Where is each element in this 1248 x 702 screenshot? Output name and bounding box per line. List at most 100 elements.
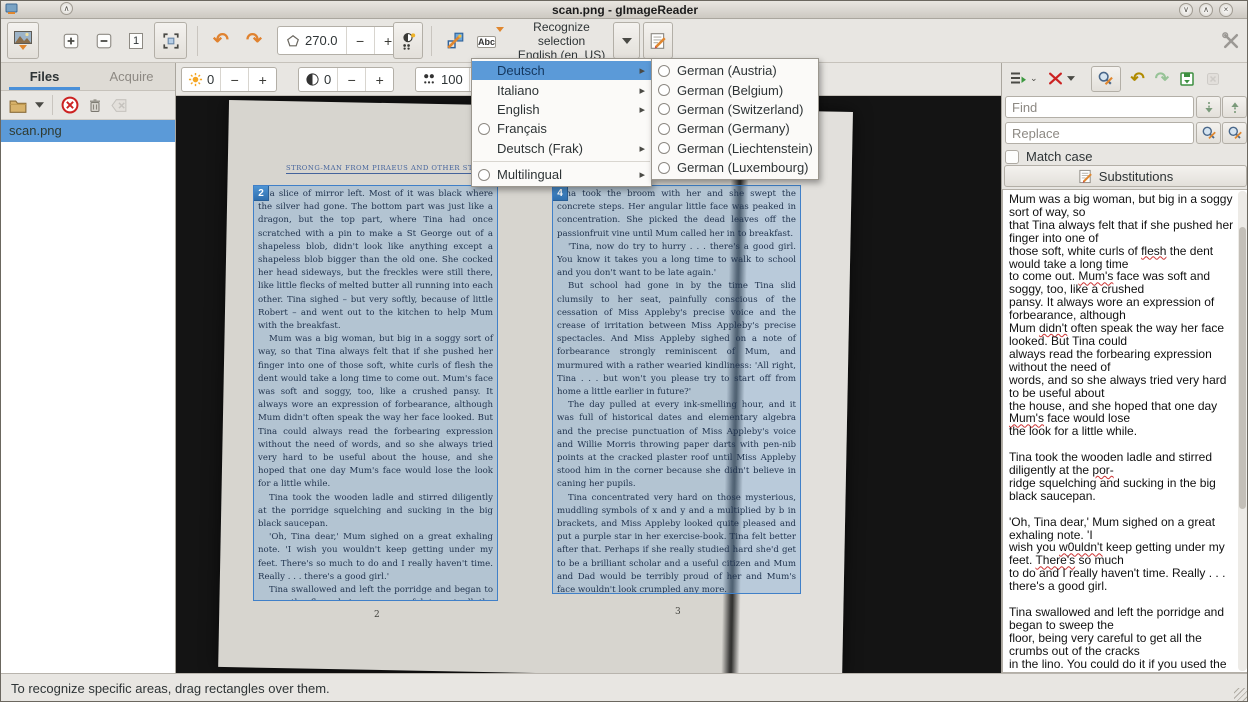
replace-input[interactable]	[1005, 122, 1194, 144]
menu-item-german-luxembourg-[interactable]: German (Luxembourg)	[652, 158, 818, 177]
scrollbar-thumb[interactable]	[1239, 227, 1246, 509]
substitutions-button[interactable]: Substitutions	[1004, 165, 1247, 187]
find-next-button[interactable]	[1196, 96, 1221, 118]
submenu-arrow-icon: ▸	[639, 142, 645, 155]
recognize-label: Recognize selection English (en_US)	[512, 20, 611, 62]
chevron-down-icon: ⌄	[1030, 73, 1038, 84]
left-page-text: ly a slice of mirror left. Most of it wa…	[254, 186, 497, 600]
image-icon	[14, 31, 32, 44]
left-page-number: 2	[374, 610, 380, 620]
rotate-left-icon: ↶	[213, 31, 229, 50]
rotate-right-button[interactable]: ↷	[239, 22, 269, 59]
ocr-selection-region-2[interactable]: 2 ly a slice of mirror left. Most of it …	[253, 185, 498, 601]
app-window: ∧ scan.png - gImageReader ∨ ∧ × 1 ↶ ↷	[0, 0, 1248, 702]
menu-item-label: Français	[497, 121, 637, 136]
menu-separator	[473, 161, 650, 162]
replace-all-button[interactable]	[1222, 122, 1247, 144]
add-images-dropdown-button[interactable]	[35, 102, 44, 108]
match-case-checkbox[interactable]	[1005, 150, 1019, 164]
undo-button[interactable]: ↶	[1131, 69, 1145, 89]
rotate-right-icon: ↷	[246, 31, 262, 50]
contrast-decrease-button[interactable]: −	[337, 68, 365, 91]
add-images-button[interactable]	[9, 98, 27, 113]
menu-item-german-liechtenstein-[interactable]: German (Liechtenstein)	[652, 139, 818, 158]
remove-image-button[interactable]	[61, 96, 79, 114]
replace-button[interactable]	[1196, 122, 1221, 144]
contrast-spinbox[interactable]: 0 − +	[298, 67, 394, 92]
menu-item-label: Multilingual	[497, 167, 631, 182]
submenu-arrow-icon: ▸	[639, 84, 645, 97]
toolbar-separator	[431, 26, 432, 56]
radio-icon	[478, 123, 490, 135]
toggle-output-pane-button[interactable]	[643, 22, 673, 59]
find-prev-button[interactable]	[1222, 96, 1247, 118]
menu-item-german-austria-[interactable]: German (Austria)	[652, 61, 818, 80]
zoom-in-button[interactable]	[56, 22, 86, 59]
tab-acquire[interactable]: Acquire	[88, 63, 175, 90]
menu-item-german-germany-[interactable]: German (Germany)	[652, 119, 818, 138]
submenu-arrow-icon: ▸	[639, 64, 645, 77]
brightness-spinbox[interactable]: 0 − +	[181, 67, 277, 92]
menu-item-label: German (Switzerland)	[677, 102, 804, 117]
arrow-up-icon	[1228, 100, 1242, 115]
one-to-one-icon: 1	[129, 33, 143, 49]
autolayout-wand-icon	[445, 31, 465, 51]
language-menu: Deutsch▸Italiano▸English▸ Français Deutsch…	[471, 58, 652, 187]
redo-button[interactable]: ↷	[1155, 69, 1169, 89]
ocr-selection-region-4[interactable]: 4 Tina took the broom with her and she s…	[552, 185, 801, 594]
contrast-increase-button[interactable]: +	[365, 68, 393, 91]
delete-image-button[interactable]	[87, 97, 103, 114]
clear-list-button[interactable]	[111, 98, 128, 113]
menu-item-label: German (Liechtenstein)	[677, 141, 813, 156]
status-message: To recognize specific areas, drag rectan…	[11, 681, 330, 696]
menu-item-label: Deutsch (Frak)	[497, 141, 631, 156]
file-list-item[interactable]: scan.png	[1, 120, 175, 142]
rotation-spinbox[interactable]: 270.0 − +	[277, 26, 403, 55]
clear-icon	[1205, 71, 1221, 87]
maximize-button[interactable]: ∧	[1199, 3, 1213, 17]
menu-item-fran-ais[interactable]: Français	[472, 119, 651, 138]
zoom-fit-button[interactable]	[154, 22, 187, 59]
minimize-button[interactable]: ∨	[1179, 3, 1193, 17]
clear-output-button[interactable]	[1205, 71, 1221, 87]
undo-icon: ↶	[1131, 69, 1145, 88]
menu-item-english[interactable]: English▸	[472, 100, 651, 119]
open-image-button[interactable]	[7, 22, 39, 59]
insert-mode-button[interactable]: ⌄	[1010, 70, 1038, 87]
recognize-button[interactable]: Abc Recognize selection English (en_US)	[477, 22, 611, 59]
autodetect-layout-button[interactable]	[439, 22, 471, 59]
rotate-left-button[interactable]: ↶	[206, 22, 236, 59]
tab-files[interactable]: Files	[1, 63, 88, 90]
substitutions-icon	[1078, 169, 1093, 184]
menu-item-deutsch[interactable]: Deutsch▸	[472, 61, 651, 80]
brightness-increase-button[interactable]: +	[248, 68, 276, 91]
recognize-language-dropdown-button[interactable]	[613, 22, 640, 59]
save-text-button[interactable]	[1179, 71, 1195, 87]
resize-grip[interactable]	[1234, 688, 1248, 702]
titlebar[interactable]: ∧ scan.png - gImageReader ∨ ∧ ×	[1, 1, 1248, 19]
zoom-original-button[interactable]: 1	[121, 22, 151, 59]
strike-icon	[1048, 71, 1063, 86]
output-scrollbar[interactable]	[1238, 191, 1247, 671]
brightness-decrease-button[interactable]: −	[220, 68, 248, 91]
menu-item-label: German (Luxembourg)	[677, 160, 809, 175]
settings-button[interactable]	[1216, 22, 1244, 59]
clear-icon	[111, 98, 128, 113]
zoom-out-button[interactable]	[89, 22, 119, 59]
menu-item-italiano[interactable]: Italiano▸	[472, 80, 651, 99]
menu-item-deutsch-frak-[interactable]: Deutsch (Frak) ▸	[472, 139, 651, 158]
image-controls-toggle-button[interactable]	[393, 22, 423, 59]
chevron-down-icon	[622, 38, 632, 44]
find-replace-toggle-button[interactable]	[1091, 66, 1121, 92]
menu-item-german-belgium-[interactable]: German (Belgium)	[652, 80, 818, 99]
radio-icon	[478, 169, 490, 181]
ocr-output-text[interactable]: Mum was a big woman, but big in a soggy …	[1002, 189, 1248, 673]
rotation-decrease-button[interactable]: −	[346, 27, 374, 54]
close-button[interactable]: ×	[1219, 3, 1233, 17]
find-input[interactable]	[1005, 96, 1194, 118]
trash-icon	[87, 97, 103, 114]
output-editor-icon	[649, 32, 667, 50]
strip-characters-button[interactable]	[1048, 71, 1075, 86]
menu-item-multilingual[interactable]: Multilingual▸	[472, 165, 651, 184]
menu-item-german-switzerland-[interactable]: German (Switzerland)	[652, 100, 818, 119]
